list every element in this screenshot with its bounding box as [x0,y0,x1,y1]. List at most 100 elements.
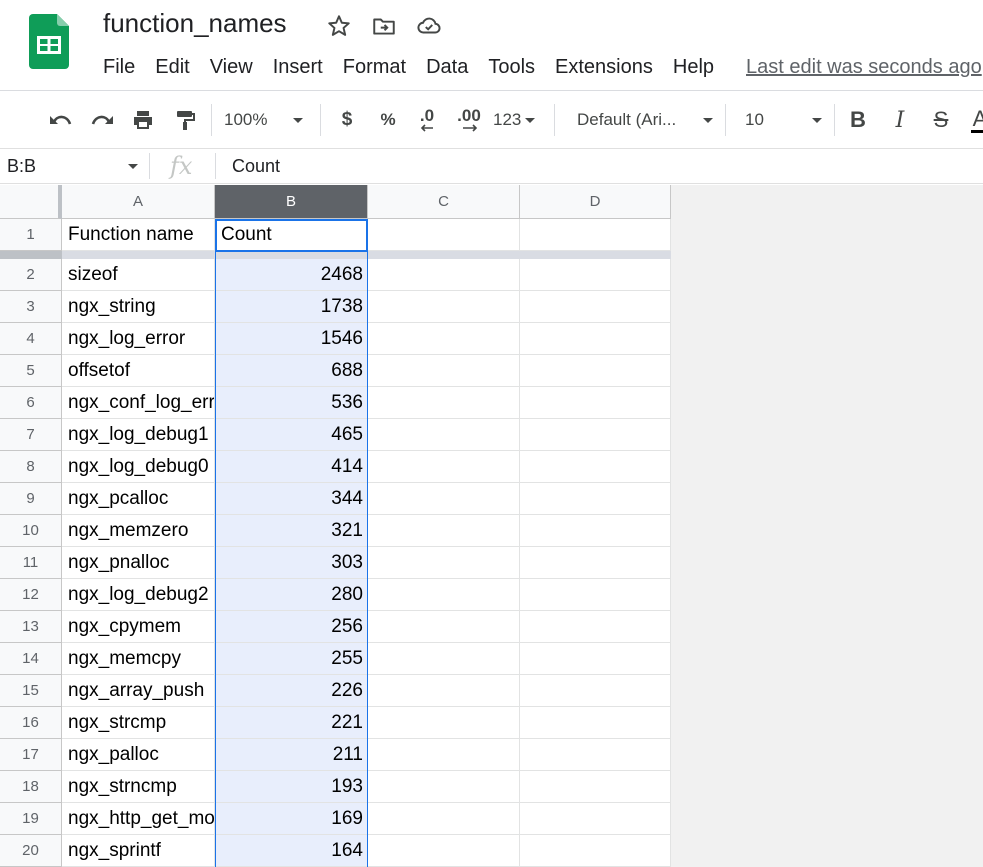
formula-input[interactable]: Count [232,156,280,177]
menu-extensions[interactable]: Extensions [545,53,663,81]
cell-d[interactable] [520,547,671,579]
row-header[interactable]: 5 [0,355,62,387]
cell-b[interactable]: 255 [215,643,368,675]
menu-insert[interactable]: Insert [263,53,333,81]
font-family-select[interactable]: Default (Ari... [577,105,713,135]
menu-edit[interactable]: Edit [145,53,199,81]
cell-d[interactable] [520,675,671,707]
cell-d[interactable] [520,419,671,451]
font-size-select[interactable]: 10 [745,105,822,135]
cell-d[interactable] [520,451,671,483]
cell-d[interactable] [520,323,671,355]
cell-d[interactable] [520,219,671,251]
cell-d[interactable] [520,355,671,387]
row-header[interactable]: 10 [0,515,62,547]
menu-file[interactable]: File [93,53,145,81]
cell-c[interactable] [368,323,520,355]
cell-b[interactable]: 280 [215,579,368,611]
row-header[interactable]: 6 [0,387,62,419]
cell-b[interactable]: 256 [215,611,368,643]
cell-b[interactable]: 1738 [215,291,368,323]
cell-d[interactable] [520,259,671,291]
cell-b[interactable]: 688 [215,355,368,387]
row-header[interactable]: 11 [0,547,62,579]
cell-c[interactable] [368,835,520,867]
cell-c[interactable] [368,707,520,739]
text-color-button[interactable]: A [968,105,983,135]
print-icon[interactable] [128,105,158,135]
document-title[interactable]: function_names [103,8,287,39]
cell-d[interactable] [520,707,671,739]
row-header[interactable]: 13 [0,611,62,643]
cell-d[interactable] [520,483,671,515]
cell-c[interactable] [368,451,520,483]
cell-c[interactable] [368,355,520,387]
cell-b[interactable]: 321 [215,515,368,547]
cell-d[interactable] [520,835,671,867]
cell-a[interactable]: ngx_log_debug1 [62,419,215,451]
row-header[interactable]: 17 [0,739,62,771]
cell-d[interactable] [520,387,671,419]
chevron-down-icon[interactable] [128,164,138,169]
cell-b[interactable]: 221 [215,707,368,739]
redo-icon[interactable] [87,105,117,135]
cell-b[interactable]: 344 [215,483,368,515]
cell-b[interactable]: 2468 [215,259,368,291]
row-header[interactable]: 16 [0,707,62,739]
row-header[interactable]: 2 [0,259,62,291]
cell-c[interactable] [368,643,520,675]
cell-c[interactable] [368,515,520,547]
column-header-d[interactable]: D [520,185,671,219]
menu-view[interactable]: View [200,53,263,81]
cell-a[interactable]: ngx_strcmp [62,707,215,739]
row-header[interactable]: 20 [0,835,62,867]
cell-c[interactable] [368,219,520,251]
row-header[interactable]: 12 [0,579,62,611]
frozen-row-divider[interactable] [62,251,671,259]
cell-a[interactable]: sizeof [62,259,215,291]
cell-b[interactable]: 465 [215,419,368,451]
cell-a[interactable]: ngx_string [62,291,215,323]
name-box[interactable]: B:B [7,156,36,177]
menu-data[interactable]: Data [416,53,478,81]
row-header[interactable]: 8 [0,451,62,483]
cell-a[interactable]: ngx_log_debug2 [62,579,215,611]
row-header[interactable]: 18 [0,771,62,803]
cell-c[interactable] [368,291,520,323]
cell-c[interactable] [368,547,520,579]
sheets-logo-icon[interactable] [29,14,69,69]
cell-a[interactable]: ngx_pcalloc [62,483,215,515]
cell-d[interactable] [520,611,671,643]
row-header[interactable]: 19 [0,803,62,835]
cell-a[interactable]: ngx_strncmp [62,771,215,803]
cell-c[interactable] [368,675,520,707]
row-header[interactable]: 1 [0,219,62,251]
last-edit-link[interactable]: Last edit was seconds ago [746,56,982,79]
zoom-select[interactable]: 100% [224,105,314,135]
cell-a[interactable]: ngx_conf_log_error [62,387,215,419]
cell-a[interactable]: ngx_palloc [62,739,215,771]
cell-c[interactable] [368,803,520,835]
percent-format-button[interactable]: % [375,105,401,135]
cell-a[interactable]: ngx_sprintf [62,835,215,867]
cell-b[interactable]: 414 [215,451,368,483]
cell-c[interactable] [368,579,520,611]
move-folder-icon[interactable] [371,13,397,39]
column-header-a[interactable]: A [62,185,215,219]
currency-format-button[interactable]: $ [334,105,360,135]
cell-c[interactable] [368,387,520,419]
cell-a[interactable]: ngx_log_debug0 [62,451,215,483]
cell-a[interactable]: ngx_http_get_module_ctx [62,803,215,835]
cell-a[interactable]: offsetof [62,355,215,387]
column-header-c[interactable]: C [368,185,520,219]
cell-c[interactable] [368,483,520,515]
cell-a[interactable]: ngx_memcpy [62,643,215,675]
cell-b[interactable]: 226 [215,675,368,707]
star-icon[interactable] [326,13,352,39]
cell-b[interactable]: 164 [215,835,368,867]
cell-c[interactable] [368,771,520,803]
cell-a[interactable]: ngx_memzero [62,515,215,547]
column-header-b[interactable]: B [215,185,368,219]
cell-b[interactable]: Count [215,219,368,251]
menu-format[interactable]: Format [333,53,416,81]
